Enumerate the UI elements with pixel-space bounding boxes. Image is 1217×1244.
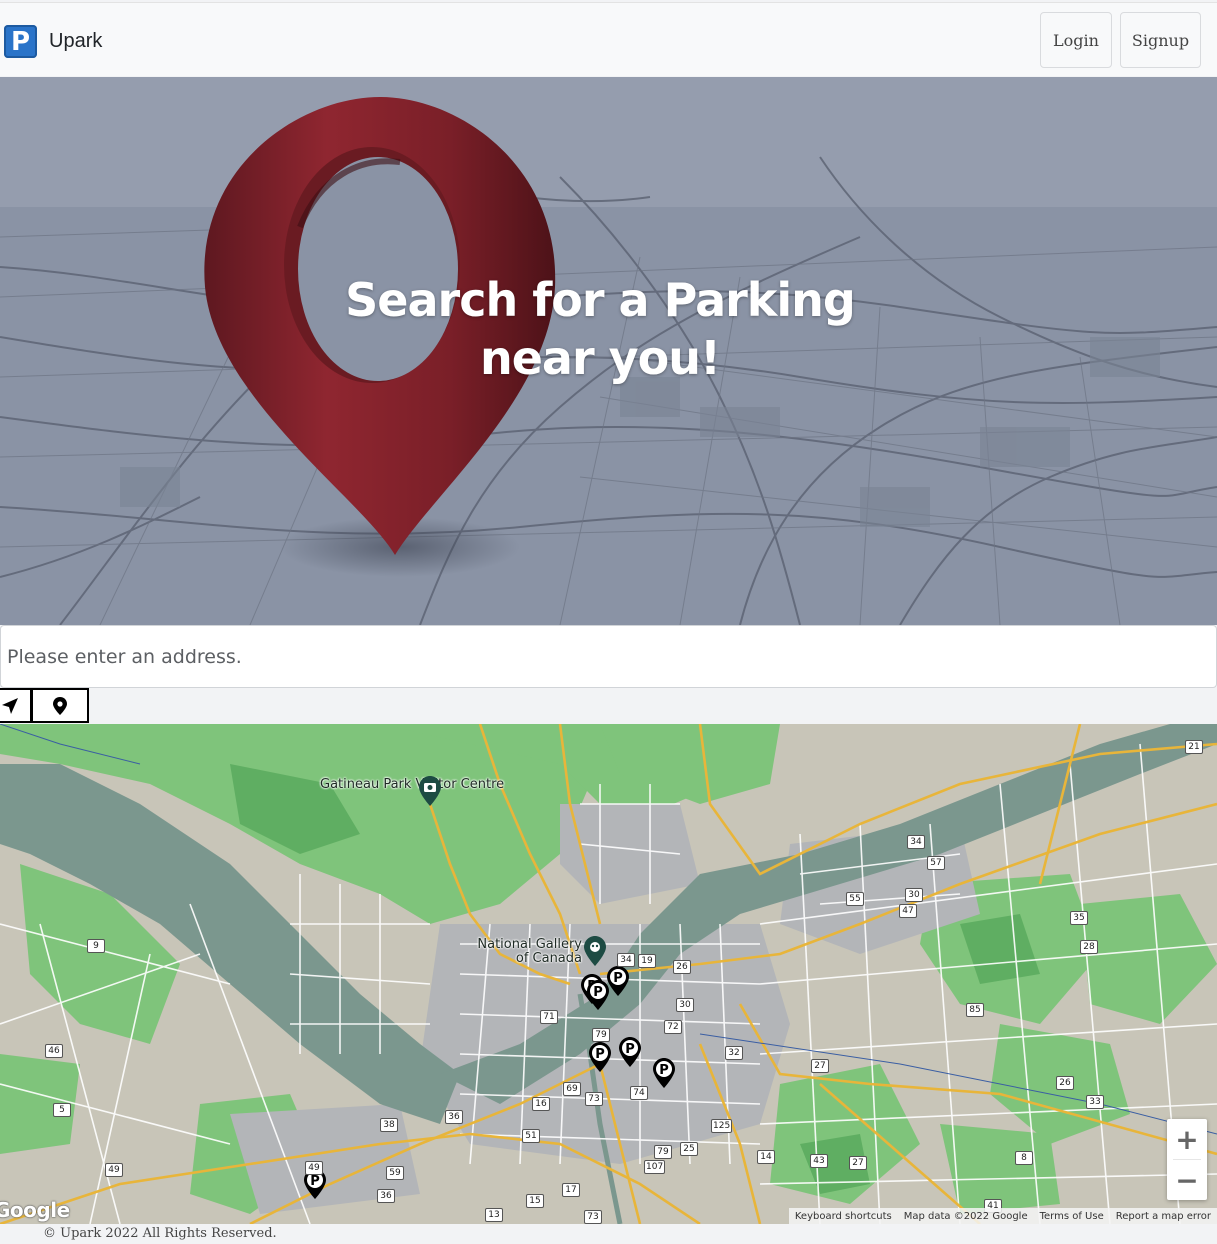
route-shield: 49 [105, 1163, 123, 1177]
route-shield: 51 [522, 1129, 540, 1143]
route-shield: 34 [907, 835, 925, 849]
route-shield: 16 [532, 1097, 550, 1111]
address-search-input[interactable] [0, 625, 1217, 688]
route-shield: 27 [849, 1156, 867, 1170]
google-logo[interactable]: Google [0, 1198, 70, 1222]
navigation-arrow-icon [2, 697, 18, 714]
route-shield: 79 [592, 1028, 610, 1042]
route-shield: 85 [966, 1003, 984, 1017]
svg-text:P: P [595, 1047, 605, 1062]
route-shield: 71 [540, 1010, 558, 1024]
route-shield: 5 [53, 1103, 71, 1117]
route-shield: 30 [676, 998, 694, 1012]
brand[interactable]: P Upark [4, 25, 102, 58]
route-shield: 28 [1080, 940, 1098, 954]
drop-pin-button[interactable] [31, 688, 89, 723]
parking-marker-icon[interactable]: P [619, 1037, 641, 1067]
route-shield: 49 [305, 1161, 323, 1175]
route-shield: 33 [1086, 1095, 1104, 1109]
place-label-gatineau-park[interactable]: Gatineau Park Visitor Centre [320, 778, 504, 792]
signup-button[interactable]: Signup [1120, 12, 1201, 68]
route-shield: 32 [725, 1046, 743, 1060]
route-shield: 17 [562, 1183, 580, 1197]
route-shield: 34 [617, 953, 635, 967]
parking-marker-icon[interactable]: P [653, 1058, 675, 1088]
museum-poi-icon[interactable] [584, 936, 606, 966]
route-shield: 27 [811, 1059, 829, 1073]
route-shield: 26 [673, 960, 691, 974]
place-label-national-gallery[interactable]: National Gallery of Canada [470, 938, 582, 966]
route-shield: 73 [584, 1210, 602, 1224]
svg-text:P: P [613, 971, 623, 986]
camera-poi-icon[interactable] [419, 776, 441, 806]
route-shield: 73 [585, 1092, 603, 1106]
route-shield: 8 [1015, 1151, 1033, 1165]
zoom-control: + − [1167, 1119, 1207, 1200]
route-shield: 36 [377, 1189, 395, 1203]
map-pin-icon [53, 696, 67, 715]
terms-of-use-link[interactable]: Terms of Use [1034, 1211, 1110, 1222]
svg-text:P: P [659, 1063, 669, 1078]
parking-marker-icon[interactable]: P [607, 966, 629, 996]
report-map-error-link[interactable]: Report a map error [1110, 1211, 1217, 1222]
route-shield: 15 [526, 1194, 544, 1208]
navbar: P Upark Login Signup [0, 2, 1217, 76]
parking-marker-icon[interactable]: P [587, 980, 609, 1010]
route-shield: 25 [680, 1142, 698, 1156]
zoom-out-button[interactable]: − [1167, 1160, 1207, 1200]
route-shield: 13 [485, 1208, 503, 1222]
brand-name: Upark [49, 30, 103, 52]
route-shield: 79 [654, 1145, 672, 1159]
footer-copyright: © Upark 2022 All Rights Reserved. [43, 1226, 277, 1241]
route-shield: 30 [905, 888, 923, 902]
route-shield: 55 [846, 892, 864, 906]
svg-text:P: P [310, 1174, 320, 1189]
svg-text:P: P [625, 1042, 635, 1057]
route-shield: 14 [757, 1150, 775, 1164]
hero-title: Search for a Parking near you! [345, 273, 856, 385]
route-shield: 59 [386, 1166, 404, 1180]
route-shield: 36 [445, 1110, 463, 1124]
map-attribution-bar: Keyboard shortcuts Map data ©2022 Google… [788, 1208, 1217, 1224]
parking-marker-icon[interactable]: P [589, 1042, 611, 1072]
route-shield: 46 [45, 1044, 63, 1058]
route-shield: 69 [563, 1082, 581, 1096]
route-shield: 47 [899, 904, 917, 918]
zoom-in-button[interactable]: + [1167, 1119, 1207, 1159]
route-shield: 57 [927, 856, 945, 870]
route-shield: 35 [1070, 911, 1088, 925]
keyboard-shortcuts-link[interactable]: Keyboard shortcuts [789, 1211, 898, 1222]
route-shield: 19 [638, 954, 656, 968]
route-shield: 21 [1185, 740, 1203, 754]
map-data-text: Map data ©2022 Google [903, 1210, 1028, 1222]
hero-banner: Search for a Parking near you! [0, 77, 1217, 625]
svg-text:P: P [593, 985, 603, 1000]
parking-logo-icon: P [4, 25, 37, 58]
route-shield: 9 [87, 939, 105, 953]
route-shield: 107 [644, 1160, 666, 1174]
current-location-button[interactable] [0, 688, 32, 723]
route-shield: 26 [1056, 1076, 1074, 1090]
login-button[interactable]: Login [1040, 12, 1112, 68]
route-shield: 72 [664, 1020, 682, 1034]
route-shield: 38 [380, 1118, 398, 1132]
route-shield: 125 [711, 1119, 733, 1133]
route-shield: 43 [810, 1154, 828, 1168]
map-view[interactable]: Gatineau Park Visitor Centre National Ga… [0, 724, 1217, 1224]
route-shield: 74 [630, 1086, 648, 1100]
